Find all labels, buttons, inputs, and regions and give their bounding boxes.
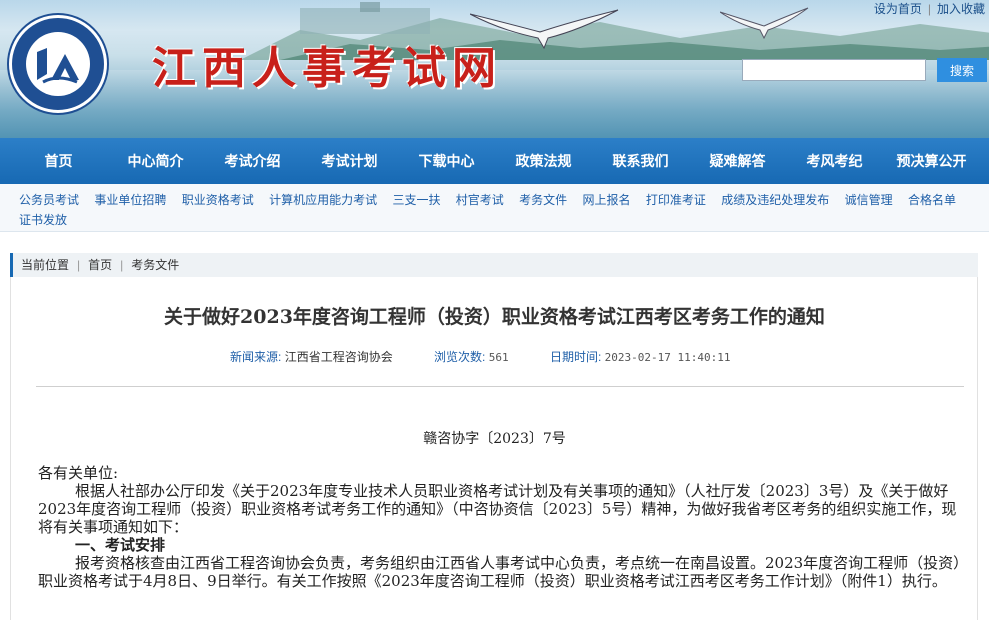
sub-item-computer-skills[interactable]: 计算机应用能力考试 xyxy=(269,192,377,208)
sub-item-civil-service[interactable]: 公务员考试 xyxy=(19,192,79,208)
nav-item-downloads[interactable]: 下载中心 xyxy=(398,151,495,171)
sub-item-professional-qualification[interactable]: 职业资格考试 xyxy=(182,192,254,208)
add-favorite-link[interactable]: 加入收藏 xyxy=(937,2,985,16)
nav-item-faq[interactable]: 疑难解答 xyxy=(689,151,786,171)
site-logo[interactable] xyxy=(9,15,107,113)
nav-item-contact[interactable]: 联系我们 xyxy=(592,151,689,171)
section-heading: 一、考试安排 xyxy=(75,536,166,554)
nav-item-about[interactable]: 中心简介 xyxy=(107,151,204,171)
sub-item-certificates[interactable]: 证书发放 xyxy=(19,212,67,228)
set-homepage-link[interactable]: 设为首页 xyxy=(874,2,922,16)
paragraph: 根据人社部办公厅印发《关于2023年度专业技术人员职业资格考试计划及有关事项的通… xyxy=(38,482,957,536)
sub-item-online-registration[interactable]: 网上报名 xyxy=(583,192,631,208)
search-button[interactable]: 搜索 xyxy=(937,58,987,82)
article-title: 关于做好2023年度咨询工程师（投资）职业资格考试江西考区考务工作的通知 xyxy=(164,306,825,328)
nav-item-budget[interactable]: 预决算公开 xyxy=(883,151,980,171)
nav-item-exam-plan[interactable]: 考试计划 xyxy=(301,151,398,171)
breadcrumb-exam-documents[interactable]: 考务文件 xyxy=(131,258,179,272)
paragraph: 报考资格核查由江西省工程咨询协会负责，考务组织由江西省人事考试中心负责，考点统一… xyxy=(38,554,961,590)
bird-icon xyxy=(720,7,809,40)
article-body: 各有关单位: 根据人社部办公厅印发《关于2023年度专业技术人员职业资格考试计划… xyxy=(38,464,962,590)
sub-item-print-admission[interactable]: 打印准考证 xyxy=(646,192,706,208)
main-nav: 首页 中心简介 考试介绍 考试计划 下载中心 政策法规 联系我们 疑难解答 考风… xyxy=(0,138,989,184)
sub-item-results[interactable]: 成绩及违纪处理发布 xyxy=(721,192,829,208)
search-input[interactable] xyxy=(742,59,926,81)
sub-item-integrity[interactable]: 诚信管理 xyxy=(845,192,893,208)
nav-item-exam-intro[interactable]: 考试介绍 xyxy=(204,151,301,171)
sub-item-public-institution[interactable]: 事业单位招聘 xyxy=(94,192,166,208)
document-number: 赣咨协字〔2023〕7号 xyxy=(423,431,566,447)
source-value: 江西省工程咨询协会 xyxy=(284,350,393,364)
sub-item-qualified-list[interactable]: 合格名单 xyxy=(908,192,956,208)
nav-item-policies[interactable]: 政策法规 xyxy=(495,151,592,171)
nav-item-home[interactable]: 首页 xyxy=(10,151,107,171)
logo-emblem xyxy=(26,32,90,96)
source-label: 新闻来源: xyxy=(230,350,282,364)
divider xyxy=(36,386,964,387)
top-links: 设为首页 | 加入收藏 xyxy=(873,2,985,16)
views-label: 浏览次数: xyxy=(434,350,486,364)
salutation: 各有关单位: xyxy=(38,464,119,482)
breadcrumb-label: 当前位置 xyxy=(21,258,70,272)
sub-item-sanzhi-yifu[interactable]: 三支一扶 xyxy=(392,192,440,208)
site-title: 江西人事考试网 xyxy=(152,43,502,94)
date-label: 日期时间: xyxy=(549,350,602,364)
article-meta: 新闻来源: 江西省工程咨询协会 浏览次数: 561 日期时间: 2023-02-… xyxy=(230,348,730,365)
breadcrumb: 当前位置 | 首页 | 考务文件 xyxy=(10,253,978,277)
nav-item-discipline[interactable]: 考风考纪 xyxy=(786,151,883,171)
breadcrumb-home[interactable]: 首页 xyxy=(88,258,112,272)
date-value: 2023-02-17 11:40:11 xyxy=(604,351,731,364)
header-banner: 江西人事考试网 设为首页 | 加入收藏 搜索 xyxy=(0,0,989,138)
sub-item-exam-documents[interactable]: 考务文件 xyxy=(519,192,567,208)
book-emblem-icon xyxy=(37,48,79,84)
sub-item-village-official[interactable]: 村官考试 xyxy=(456,192,504,208)
views-value: 561 xyxy=(488,351,509,364)
sub-nav: 公务员考试 事业单位招聘 职业资格考试 计算机应用能力考试 三支一扶 村官考试 … xyxy=(0,184,989,232)
